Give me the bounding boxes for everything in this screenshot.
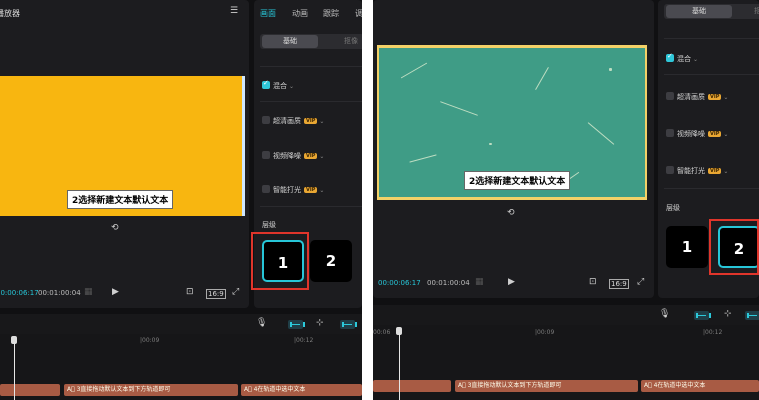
lighting-label: 智能打光 VIP ⌄ (677, 167, 729, 175)
texture-mark (409, 154, 437, 163)
tick-label: |00:09 (535, 329, 555, 336)
hd-checkbox[interactable] (262, 116, 270, 124)
segment-keying[interactable]: 抠 (754, 5, 759, 18)
split-icon[interactable]: ⊹ (316, 319, 324, 328)
text-clip[interactable]: A⃞ 3直接拖动默认文本到下方轨道即可 (455, 380, 638, 392)
texture-mark (535, 66, 549, 91)
text-clip[interactable]: A⃞ 4在轨道中选中文本 (241, 384, 362, 396)
denoise-checkbox[interactable] (666, 129, 674, 137)
highlight-box (709, 219, 759, 275)
basic-segment: 基础 抠 (664, 4, 759, 19)
timeline-toolbar: 🎙 ⊹ (0, 314, 362, 334)
denoise-label: 视频降噪 VIP ⌄ (677, 130, 729, 138)
timeline-toolbar: 🎙 ⊹ (373, 305, 759, 325)
playhead[interactable] (14, 342, 15, 400)
tab-picture[interactable]: 画面 (260, 8, 276, 19)
link-icon[interactable] (694, 311, 711, 320)
basic-segment: 基础 抠像 (260, 34, 362, 49)
layer-1-button[interactable]: 1 (666, 226, 708, 268)
hd-label: 超清画质 VIP ⌄ (273, 117, 325, 125)
attribute-panel: 画面 动画 跟踪 调 基础 抠像 混合⌄ 超清画质VIP⌄ 视频降噪VIP⌄ 智… (251, 0, 362, 308)
menu-icon[interactable]: ☰ (230, 7, 238, 16)
player-panel: 2选择新建文本默认文本 ⟲ 00:00:06:17 00:01:00:04 ▦ … (373, 0, 654, 298)
play-icon[interactable]: ▶ (112, 288, 119, 297)
hd-checkbox[interactable] (666, 92, 674, 100)
highlight-box (251, 232, 309, 290)
fullscreen-icon[interactable]: ⤢ (637, 278, 644, 287)
microphone-icon[interactable]: 🎙 (659, 310, 670, 319)
lighting-label: 智能打光 VIP ⌄ (273, 186, 325, 194)
texture-mark (400, 62, 428, 79)
blend-label: 混合 ⌄ (677, 55, 699, 63)
current-time: 00:00:06:17 (378, 279, 421, 287)
texture-mark (440, 101, 478, 116)
divider (664, 38, 759, 39)
layer-heading: 层级 (262, 221, 276, 229)
segment-basic[interactable]: 基础 (262, 35, 318, 48)
blend-label: 混合 ⌄ (273, 82, 295, 90)
ratio-button[interactable]: 16:9 (206, 289, 226, 299)
link-icon[interactable] (745, 311, 759, 320)
denoise-label: 视频降噪 VIP ⌄ (273, 152, 325, 160)
microphone-icon[interactable]: 🎙 (256, 319, 267, 328)
tick-label: |00:12 (294, 337, 314, 344)
lighting-checkbox[interactable] (666, 166, 674, 174)
hd-label: 超清画质 VIP ⌄ (677, 93, 729, 101)
rotate-icon[interactable]: ⟲ (507, 209, 515, 218)
divider (260, 66, 362, 67)
text-clip[interactable]: A⃞ 4在轨道中选中文本 (641, 380, 759, 392)
lighting-checkbox[interactable] (262, 185, 270, 193)
timeline[interactable]: 00:06 |00:09 |00:12 A⃞ 3直接拖动默认文本到下方轨道即可 … (373, 325, 759, 400)
divider (260, 101, 362, 102)
right-screenshot: 2选择新建文本默认文本 ⟲ 00:00:06:17 00:01:00:04 ▦ … (373, 0, 759, 400)
blend-checkbox[interactable] (666, 52, 674, 62)
link-icon[interactable] (340, 320, 357, 329)
caption-text[interactable]: 2选择新建文本默认文本 (67, 190, 174, 209)
link-icon[interactable] (288, 320, 305, 329)
layer-2-button[interactable]: 2 (310, 240, 352, 282)
texture-mark (609, 68, 612, 71)
caption-text[interactable]: 2选择新建文本默认文本 (464, 171, 571, 190)
divider (664, 188, 759, 189)
screenshot-icon[interactable]: ⊡ (589, 278, 597, 287)
fullscreen-icon[interactable]: ⤢ (232, 288, 239, 297)
blend-checkbox[interactable] (262, 79, 270, 89)
segment-keying[interactable]: 抠像 (344, 35, 358, 48)
ratio-button[interactable]: 16:9 (609, 279, 629, 289)
left-screenshot: 播放器 ☰ 2选择新建文本默认文本 ⟲ 00:00:06:17 00:01:00… (0, 0, 362, 400)
screenshot-icon[interactable]: ⊡ (186, 288, 194, 297)
tab-tracking[interactable]: 跟踪 (323, 8, 339, 19)
layer-heading: 层级 (666, 204, 680, 212)
grid-icon[interactable]: ▦ (84, 288, 93, 297)
tick-label: |00:09 (140, 337, 160, 344)
attribute-panel: 基础 抠 混合⌄ 超清画质VIP⌄ 视频降噪VIP⌄ 智能打光VIP⌄ 层级 1… (658, 0, 759, 298)
texture-mark (489, 143, 492, 145)
player-title: 播放器 (0, 9, 20, 18)
play-icon[interactable]: ▶ (508, 278, 515, 287)
tab-animation[interactable]: 动画 (292, 8, 308, 19)
denoise-checkbox[interactable] (262, 151, 270, 159)
divider (260, 206, 362, 207)
rotate-icon[interactable]: ⟲ (111, 224, 119, 233)
split-icon[interactable]: ⊹ (724, 310, 732, 319)
text-clip[interactable] (373, 380, 451, 392)
text-clip[interactable] (0, 384, 60, 396)
playhead[interactable] (399, 333, 400, 400)
text-clip[interactable]: A⃞ 3直接拖动默认文本到下方轨道即可 (64, 384, 238, 396)
total-time: 00:01:00:04 (38, 289, 81, 297)
preview-canvas[interactable]: 2选择新建文本默认文本 (0, 76, 245, 216)
texture-mark (587, 122, 615, 145)
tick-label: |00:12 (703, 329, 723, 336)
player-panel: 播放器 ☰ 2选择新建文本默认文本 ⟲ 00:00:06:17 00:01:00… (0, 0, 249, 308)
total-time: 00:01:00:04 (427, 279, 470, 287)
preview-canvas[interactable]: 2选择新建文本默认文本 (377, 45, 647, 200)
segment-basic[interactable]: 基础 (666, 5, 732, 18)
timeline[interactable]: |00:09 |00:12 A⃞ 3直接拖动默认文本到下方轨道即可 A⃞ 4在轨… (0, 334, 362, 400)
divider (664, 74, 759, 75)
current-time: 00:00:06:17 (0, 289, 39, 297)
tab-adjust[interactable]: 调 (355, 8, 362, 19)
tick-label: 00:06 (373, 329, 391, 336)
grid-icon[interactable]: ▦ (475, 278, 484, 287)
